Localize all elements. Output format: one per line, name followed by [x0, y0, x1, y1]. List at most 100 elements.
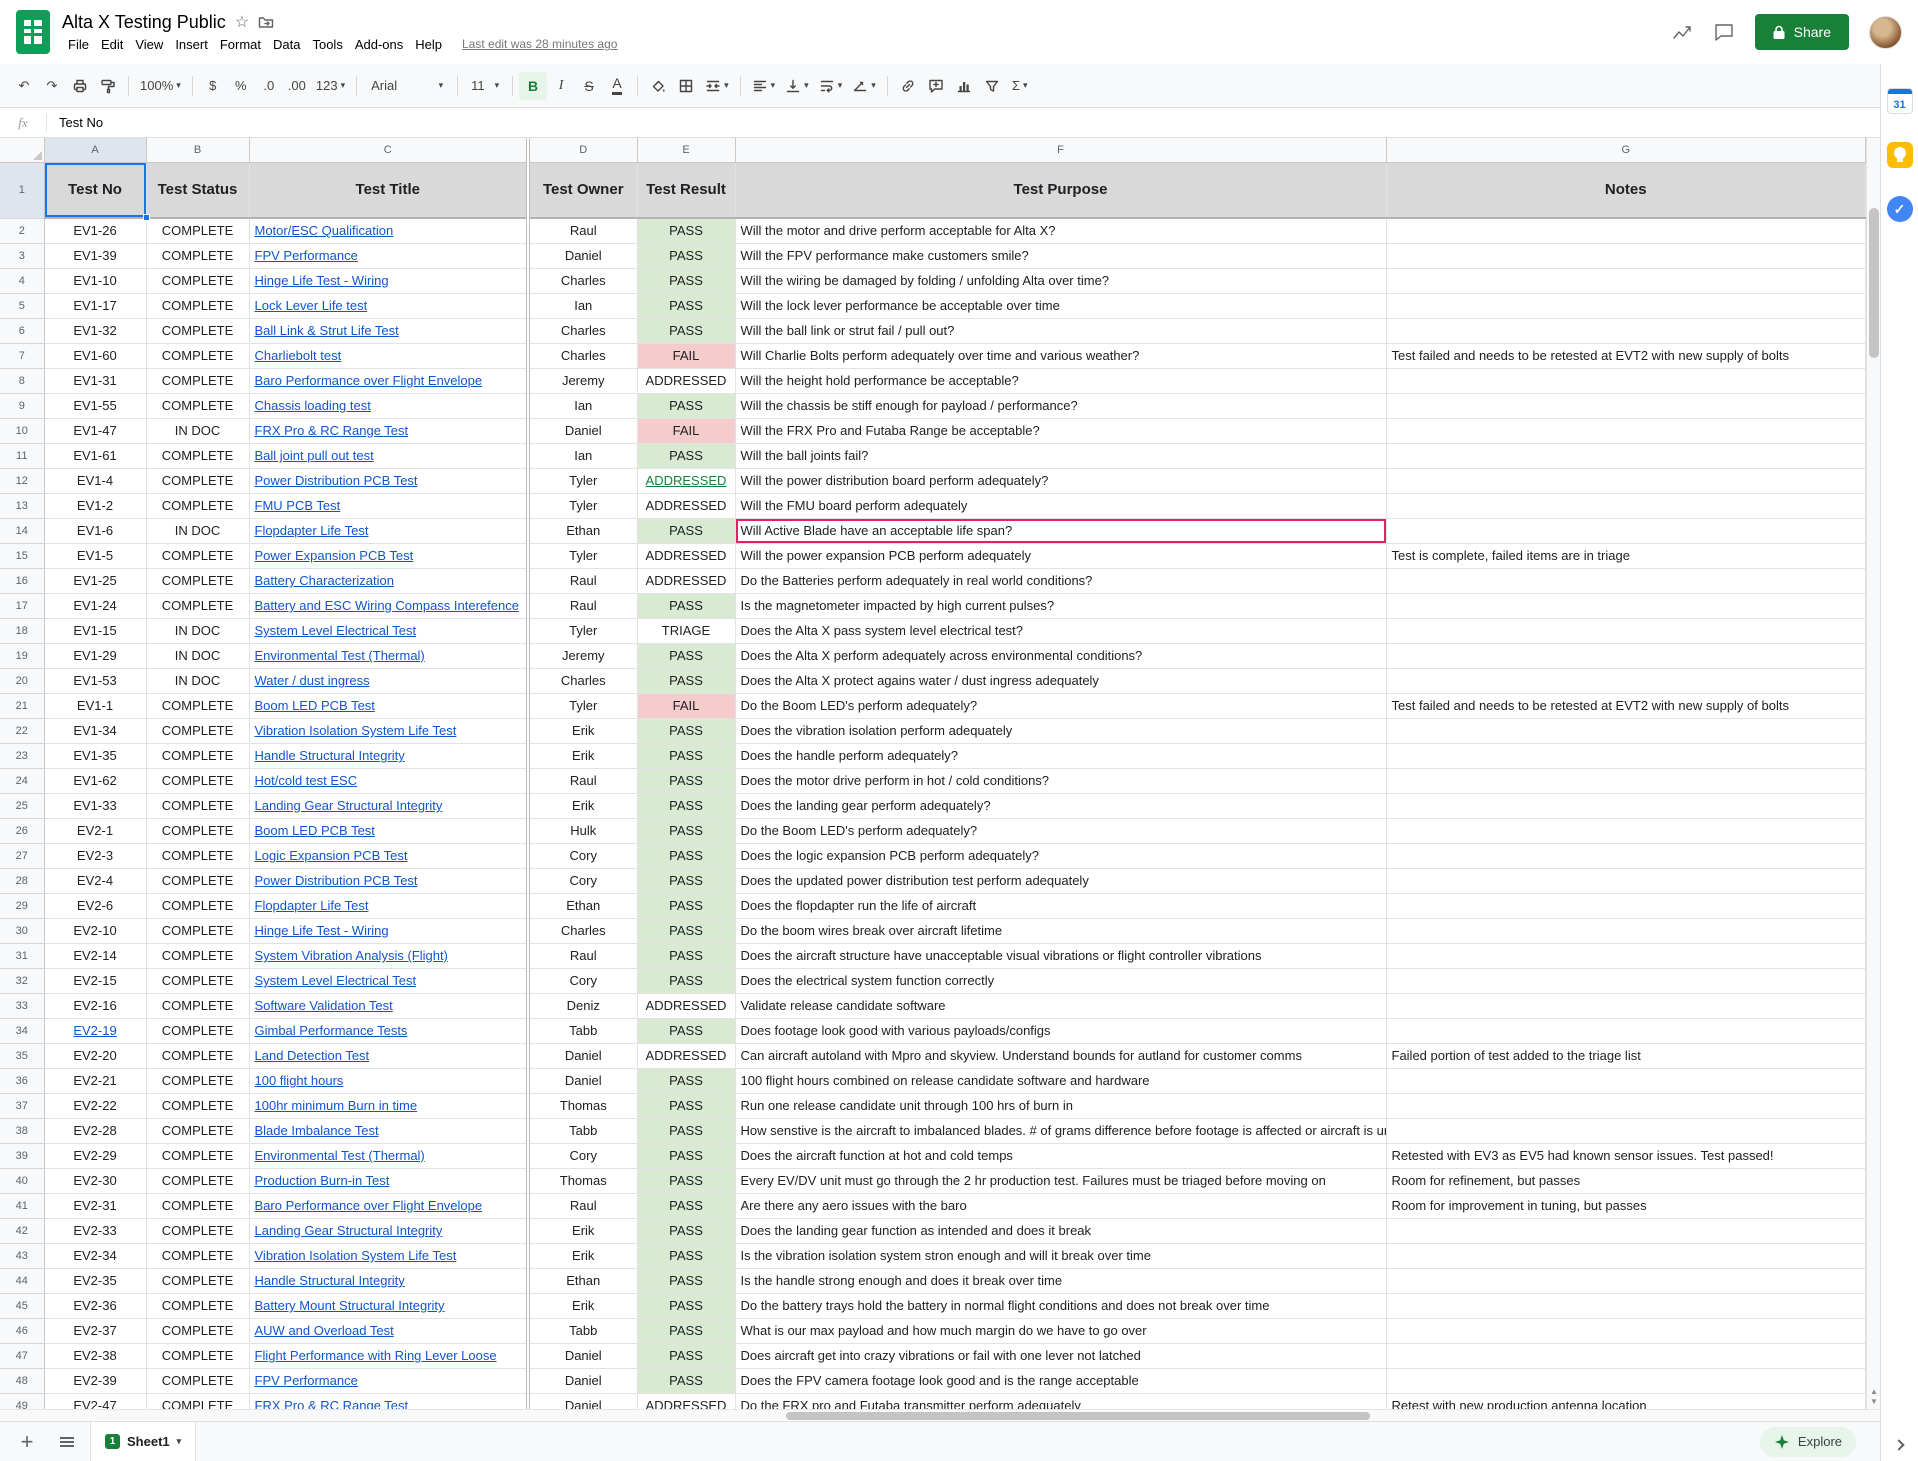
horizontal-scrollbar[interactable]: [0, 1409, 1880, 1421]
cell-D44-owner[interactable]: Ethan: [528, 1268, 637, 1293]
cell-F41-purpose[interactable]: Are there any aero issues with the baro: [735, 1193, 1386, 1218]
cell-B37-status[interactable]: COMPLETE: [146, 1093, 249, 1118]
cell-G24-notes[interactable]: [1386, 768, 1866, 793]
cell-G18-notes[interactable]: [1386, 618, 1866, 643]
cell-B3-status[interactable]: COMPLETE: [146, 243, 249, 268]
cell-B24-status[interactable]: COMPLETE: [146, 768, 249, 793]
cell-B5-status[interactable]: COMPLETE: [146, 293, 249, 318]
cell-C9-title[interactable]: Chassis loading test: [249, 393, 528, 418]
currency-format-button[interactable]: $: [199, 72, 227, 100]
cell-C41-title[interactable]: Baro Performance over Flight Envelope: [249, 1193, 528, 1218]
cell-C36-title[interactable]: 100 flight hours: [249, 1068, 528, 1093]
cell-G44-notes[interactable]: [1386, 1268, 1866, 1293]
vertical-scrollbar[interactable]: ▲▼: [1866, 138, 1880, 1409]
horizontal-scrollbar-thumb[interactable]: [786, 1412, 1370, 1420]
strikethrough-button[interactable]: S: [575, 72, 603, 100]
cell-D32-owner[interactable]: Cory: [528, 968, 637, 993]
cell-E14-result[interactable]: PASS: [637, 518, 735, 543]
cell-F12-purpose[interactable]: Will the power distribution board perfor…: [735, 468, 1386, 493]
row-header-11[interactable]: 11: [0, 443, 44, 468]
cell-D10-owner[interactable]: Daniel: [528, 418, 637, 443]
cell-C19-title[interactable]: Environmental Test (Thermal): [249, 643, 528, 668]
cell-C38-title[interactable]: Blade Imbalance Test: [249, 1118, 528, 1143]
cell-E42-result[interactable]: PASS: [637, 1218, 735, 1243]
test-title-link[interactable]: Vibration Isolation System Life Test: [255, 1248, 457, 1263]
cell-F49-purpose[interactable]: Do the FRX pro and Futaba transmitter pe…: [735, 1393, 1386, 1409]
column-header-G[interactable]: G: [1386, 138, 1866, 162]
cell-D48-owner[interactable]: Daniel: [528, 1368, 637, 1393]
cell-C26-title[interactable]: Boom LED PCB Test: [249, 818, 528, 843]
test-title-link[interactable]: Production Burn-in Test: [255, 1173, 390, 1188]
cell-A4-test-no[interactable]: EV1-10: [44, 268, 146, 293]
cell-A11-test-no[interactable]: EV1-61: [44, 443, 146, 468]
cell-C47-title[interactable]: Flight Performance with Ring Lever Loose: [249, 1343, 528, 1368]
cell-B47-status[interactable]: COMPLETE: [146, 1343, 249, 1368]
test-title-link[interactable]: Gimbal Performance Tests: [255, 1023, 408, 1038]
test-title-link[interactable]: Environmental Test (Thermal): [255, 1148, 425, 1163]
cell-B7-status[interactable]: COMPLETE: [146, 343, 249, 368]
cell-B19-status[interactable]: IN DOC: [146, 643, 249, 668]
test-title-link[interactable]: 100hr minimum Burn in time: [255, 1098, 418, 1113]
test-title-link[interactable]: Lock Lever Life test: [255, 298, 368, 313]
cell-G38-notes[interactable]: [1386, 1118, 1866, 1143]
cell-F13-purpose[interactable]: Will the FMU board perform adequately: [735, 493, 1386, 518]
cell-F6-purpose[interactable]: Will the ball link or strut fail / pull …: [735, 318, 1386, 343]
filter-button[interactable]: [978, 72, 1006, 100]
cell-A35-test-no[interactable]: EV2-20: [44, 1043, 146, 1068]
cell-C29-title[interactable]: Flopdapter Life Test: [249, 893, 528, 918]
undo-button[interactable]: ↶: [10, 72, 38, 100]
test-title-link[interactable]: Handle Structural Integrity: [255, 748, 405, 763]
cell-G29-notes[interactable]: [1386, 893, 1866, 918]
cell-F44-purpose[interactable]: Is the handle strong enough and does it …: [735, 1268, 1386, 1293]
cell-G21-notes[interactable]: Test failed and needs to be retested at …: [1386, 693, 1866, 718]
insert-link-button[interactable]: [894, 72, 922, 100]
cell-G13-notes[interactable]: [1386, 493, 1866, 518]
last-edit-link[interactable]: Last edit was 28 minutes ago: [462, 37, 617, 51]
cell-C2-title[interactable]: Motor/ESC Qualification: [249, 218, 528, 243]
cell-E22-result[interactable]: PASS: [637, 718, 735, 743]
test-title-link[interactable]: AUW and Overload Test: [255, 1323, 394, 1338]
row-header-17[interactable]: 17: [0, 593, 44, 618]
test-title-link[interactable]: Landing Gear Structural Integrity: [255, 1223, 443, 1238]
row-header-10[interactable]: 10: [0, 418, 44, 443]
row-header-7[interactable]: 7: [0, 343, 44, 368]
test-title-link[interactable]: Baro Performance over Flight Envelope: [255, 1198, 483, 1213]
cell-F40-purpose[interactable]: Every EV/DV unit must go through the 2 h…: [735, 1168, 1386, 1193]
header-cell-test-title[interactable]: Test Title: [249, 162, 528, 218]
column-header-B[interactable]: B: [146, 138, 249, 162]
row-header-12[interactable]: 12: [0, 468, 44, 493]
cell-B41-status[interactable]: COMPLETE: [146, 1193, 249, 1218]
cell-A33-test-no[interactable]: EV2-16: [44, 993, 146, 1018]
row-header-29[interactable]: 29: [0, 893, 44, 918]
cell-A42-test-no[interactable]: EV2-33: [44, 1218, 146, 1243]
test-title-link[interactable]: System Level Electrical Test: [255, 973, 417, 988]
add-sheet-button[interactable]: +: [10, 1425, 44, 1459]
cell-G23-notes[interactable]: [1386, 743, 1866, 768]
cell-C6-title[interactable]: Ball Link & Strut Life Test: [249, 318, 528, 343]
cell-A40-test-no[interactable]: EV2-30: [44, 1168, 146, 1193]
cell-C5-title[interactable]: Lock Lever Life test: [249, 293, 528, 318]
cell-D6-owner[interactable]: Charles: [528, 318, 637, 343]
comment-history-icon[interactable]: [1713, 21, 1735, 43]
row-header-49[interactable]: 49: [0, 1393, 44, 1409]
column-header-A[interactable]: A: [44, 138, 146, 162]
cell-G15-notes[interactable]: Test is complete, failed items are in tr…: [1386, 543, 1866, 568]
cell-D3-owner[interactable]: Daniel: [528, 243, 637, 268]
cell-B48-status[interactable]: COMPLETE: [146, 1368, 249, 1393]
header-cell-notes[interactable]: Notes: [1386, 162, 1866, 218]
cell-A18-test-no[interactable]: EV1-15: [44, 618, 146, 643]
cell-E6-result[interactable]: PASS: [637, 318, 735, 343]
cell-E39-result[interactable]: PASS: [637, 1143, 735, 1168]
row-header-18[interactable]: 18: [0, 618, 44, 643]
cell-E45-result[interactable]: PASS: [637, 1293, 735, 1318]
cell-D49-owner[interactable]: Daniel: [528, 1393, 637, 1409]
cell-D5-owner[interactable]: Ian: [528, 293, 637, 318]
redo-button[interactable]: ↷: [38, 72, 66, 100]
cell-F9-purpose[interactable]: Will the chassis be stiff enough for pay…: [735, 393, 1386, 418]
cell-G34-notes[interactable]: [1386, 1018, 1866, 1043]
insert-comment-button[interactable]: [922, 72, 950, 100]
print-button[interactable]: [66, 72, 94, 100]
menu-file[interactable]: File: [62, 36, 95, 53]
cell-F3-purpose[interactable]: Will the FPV performance make customers …: [735, 243, 1386, 268]
test-title-link[interactable]: Flight Performance with Ring Lever Loose: [255, 1348, 497, 1363]
